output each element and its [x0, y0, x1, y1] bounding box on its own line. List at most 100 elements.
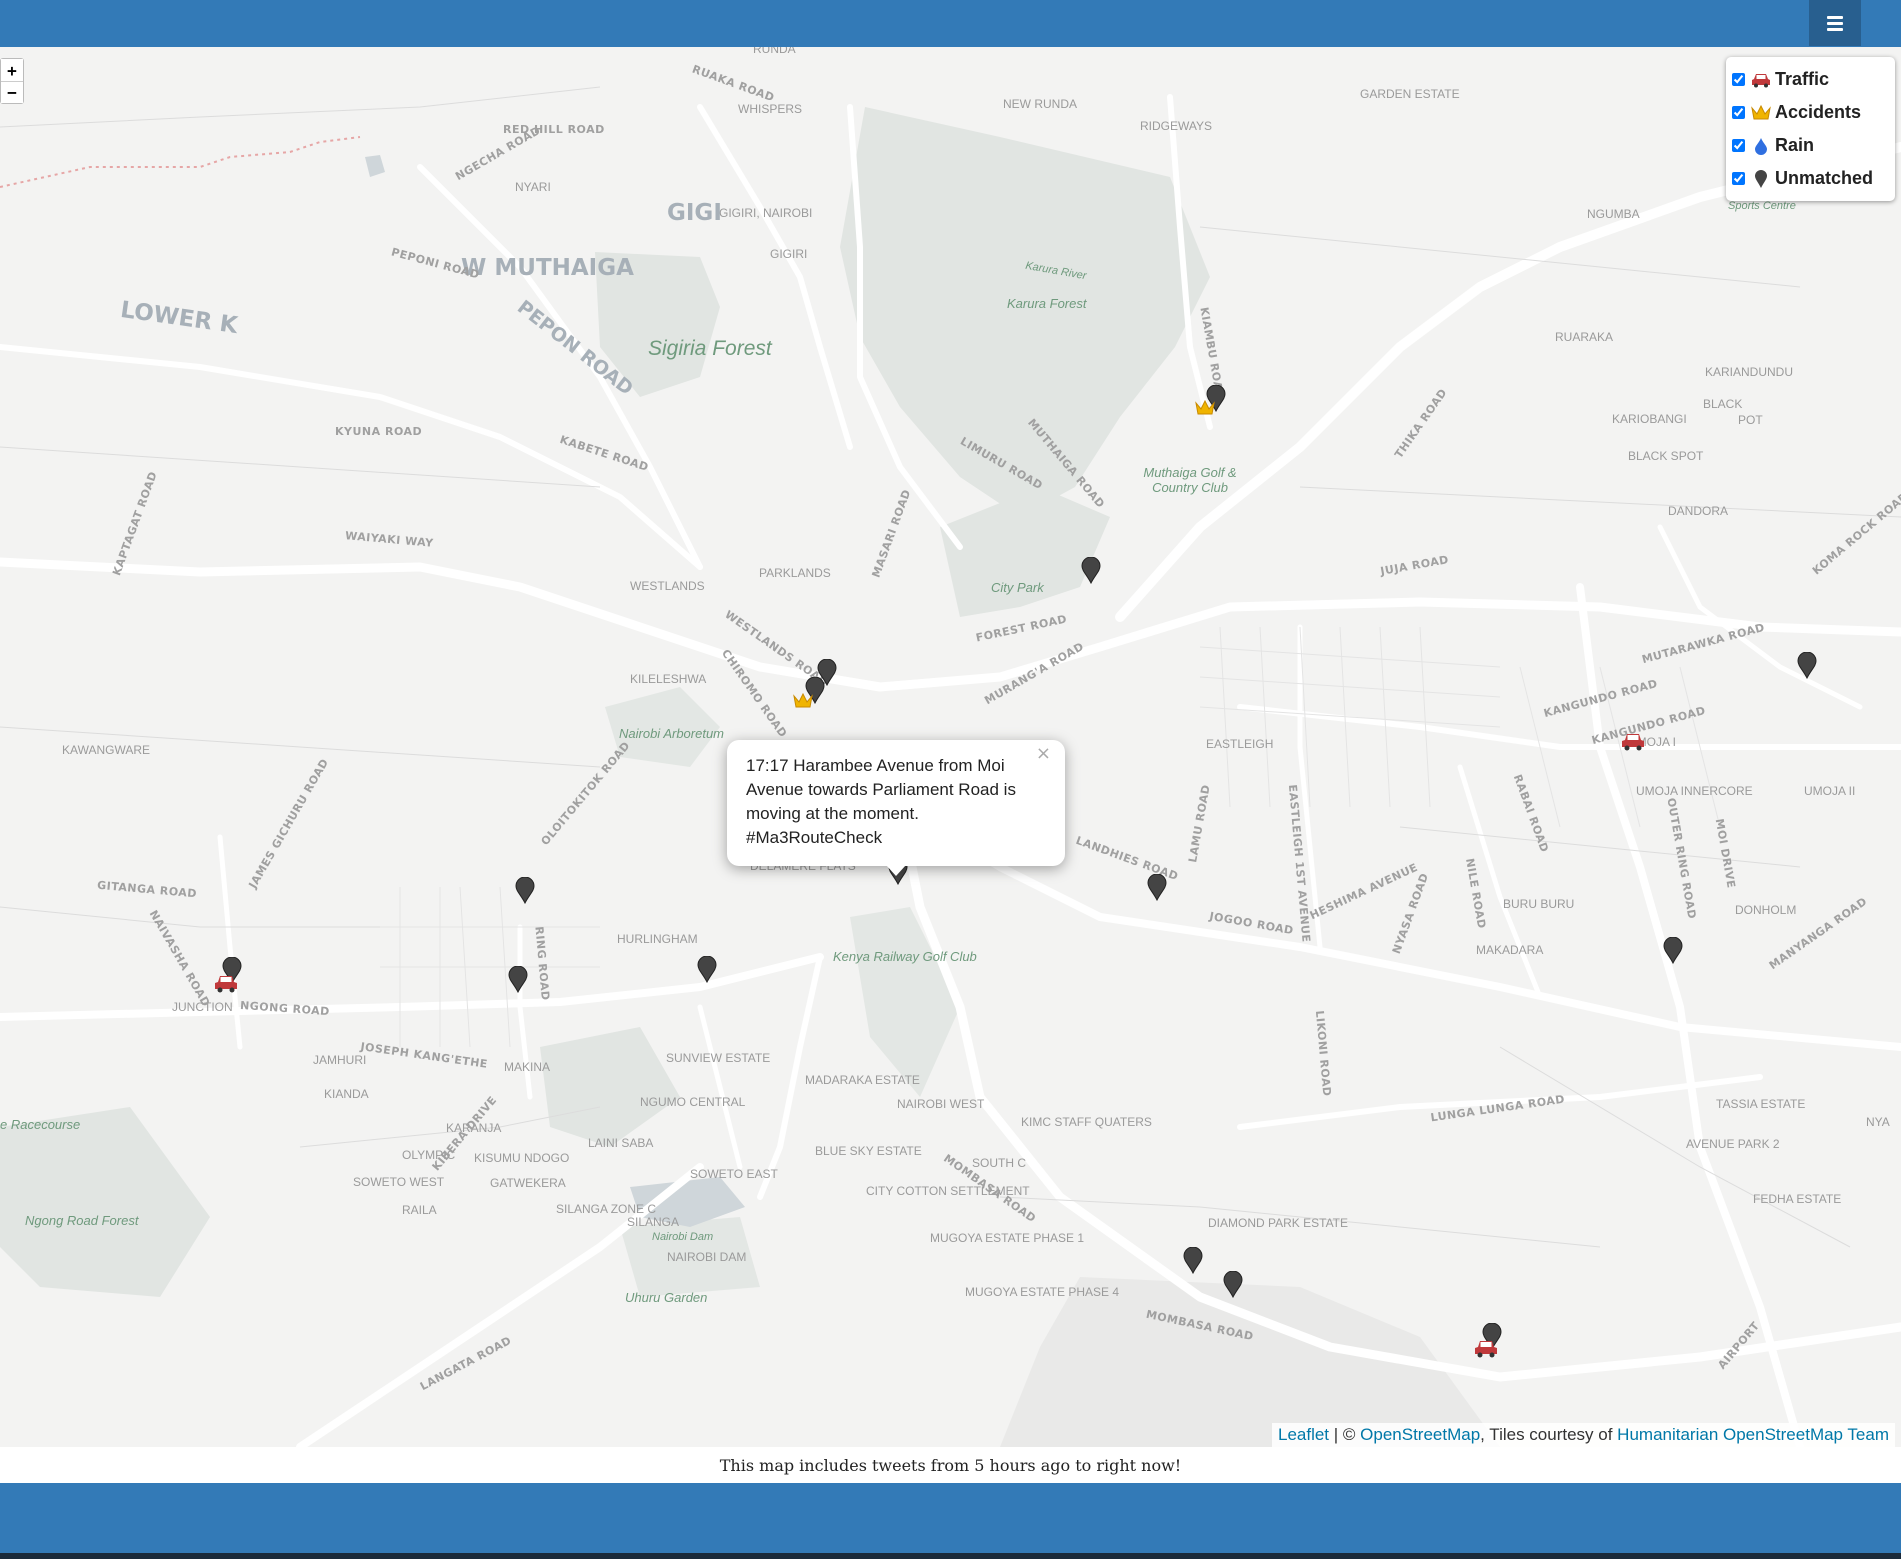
- map-label: SOUTH C: [972, 1156, 1026, 1170]
- map-label: RIDGEWAYS: [1140, 119, 1213, 133]
- map-attribution: Leaflet | © OpenStreetMap, Tiles courtes…: [1271, 1423, 1895, 1447]
- map-label: FEDHA ESTATE: [1753, 1192, 1842, 1206]
- map-label: MADARAKA ESTATE: [805, 1073, 920, 1087]
- map-label: Ngong Road Forest: [25, 1213, 139, 1228]
- map-label: PARKLANDS: [759, 566, 831, 580]
- pin-icon: [1751, 169, 1771, 189]
- map-label: NYARI: [515, 180, 551, 194]
- menu-toggle-button[interactable]: [1809, 0, 1861, 46]
- layer-toggle-unmatched[interactable]: Unmatched: [1732, 162, 1887, 195]
- zoom-in-button[interactable]: +: [1, 59, 23, 81]
- map-label: RUNDA: [753, 47, 796, 56]
- pin-marker[interactable]: [1797, 651, 1817, 684]
- page: RUNDA WHISPERS NEW RUNDA GARDEN ESTATE R…: [0, 0, 1901, 1559]
- layer-toggle-accidents[interactable]: Accidents: [1732, 96, 1887, 129]
- map-label: W MUTHAIGA: [461, 255, 634, 281]
- map-label: BLACK: [1703, 397, 1743, 411]
- hamburger-icon: [1827, 15, 1843, 31]
- crown-marker[interactable]: [1195, 399, 1215, 421]
- pin-marker[interactable]: [1081, 556, 1101, 589]
- map-label: DONHOLM: [1735, 903, 1797, 917]
- map-label: SOWETO EAST: [690, 1167, 778, 1181]
- map-label: KARIANDUNDU: [1705, 365, 1794, 379]
- car-marker[interactable]: [1474, 1339, 1498, 1363]
- layer-checkbox[interactable]: [1732, 106, 1745, 119]
- map-label: KISUMU NDOGO: [474, 1151, 570, 1165]
- layer-toggle-traffic[interactable]: Traffic: [1732, 63, 1887, 96]
- map-label: WESTLANDS: [630, 579, 705, 593]
- osm-link[interactable]: OpenStreetMap: [1360, 1425, 1480, 1444]
- map-label: EASTLEIGH: [1206, 737, 1274, 751]
- pin-marker[interactable]: [1183, 1246, 1203, 1279]
- map-label: UMOJA II: [1804, 784, 1856, 798]
- map-label: AVENUE PARK 2: [1686, 1137, 1780, 1151]
- map-label: MUGOYA ESTATE PHASE 1: [930, 1231, 1085, 1245]
- map-label: Nairobi Dam: [652, 1231, 714, 1243]
- crown-marker[interactable]: [793, 692, 813, 714]
- map-label: NGUMBA: [1587, 207, 1640, 221]
- map-label: Uhuru Garden: [625, 1290, 708, 1305]
- map-label: SILANGA: [627, 1215, 680, 1229]
- map-label: KILELESHWA: [630, 672, 707, 686]
- layer-label: Accidents: [1775, 102, 1862, 122]
- map-label: Nairobi Arboretum: [619, 726, 725, 741]
- map-label: UMOJA INNERCORE: [1636, 784, 1753, 798]
- crown-icon: [1751, 103, 1771, 123]
- car-marker[interactable]: [1621, 732, 1645, 756]
- map-canvas[interactable]: RUNDA WHISPERS NEW RUNDA GARDEN ESTATE R…: [0, 47, 1901, 1447]
- map-label: SILANGA ZONE C: [556, 1202, 657, 1216]
- map-label: Sigiria Forest: [648, 337, 772, 360]
- layer-toggle-rain[interactable]: Rain: [1732, 129, 1887, 162]
- map-label: BLUE SKY ESTATE: [815, 1144, 922, 1158]
- map-label: e Racecourse: [0, 1117, 81, 1132]
- map-label: SUNVIEW ESTATE: [666, 1051, 771, 1065]
- pin-marker[interactable]: [508, 965, 528, 998]
- pin-marker[interactable]: [1223, 1270, 1243, 1303]
- map-label: DANDORA: [1668, 504, 1729, 518]
- map-label: RAILA: [402, 1203, 437, 1217]
- leaflet-link[interactable]: Leaflet: [1278, 1425, 1329, 1444]
- map-label: BURU BURU: [1503, 897, 1575, 911]
- map-label: MAKADARA: [1476, 943, 1544, 957]
- layer-checkbox[interactable]: [1732, 139, 1745, 152]
- map-label: NAIROBI WEST: [897, 1097, 985, 1111]
- map-caption: This map includes tweets from 5 hours ag…: [0, 1447, 1901, 1483]
- attribution-tiles-text: , Tiles courtesy of: [1480, 1425, 1618, 1444]
- pin-marker[interactable]: [1663, 936, 1683, 969]
- zoom-out-button[interactable]: −: [1, 81, 23, 103]
- map-label: MUGOYA ESTATE PHASE 4: [965, 1285, 1120, 1299]
- layer-checkbox[interactable]: [1732, 172, 1745, 185]
- pin-marker[interactable]: [697, 955, 717, 988]
- map-label: NEW RUNDA: [1003, 97, 1077, 111]
- layer-checkbox[interactable]: [1732, 73, 1745, 86]
- layer-label: Unmatched: [1775, 168, 1874, 188]
- map-label: GARDEN ESTATE: [1360, 87, 1460, 101]
- car-icon: [1751, 70, 1771, 90]
- map-label: HURLINGHAM: [617, 932, 698, 946]
- map-label: TASSIA ESTATE: [1716, 1097, 1806, 1111]
- map-label: MAKINA: [504, 1060, 551, 1074]
- tweet-popup: × 17:17 Harambee Avenue from Moi Avenue …: [727, 740, 1065, 876]
- layer-label: Rain: [1775, 135, 1815, 155]
- map-label: GIGIRI: [770, 247, 808, 261]
- map-label: POT: [1738, 413, 1763, 427]
- popup-text: 17:17 Harambee Avenue from Moi Avenue to…: [746, 756, 1016, 847]
- pin-marker[interactable]: [515, 876, 535, 909]
- map-label: NYA: [1866, 1115, 1890, 1129]
- map-label: GATWEKERA: [490, 1176, 566, 1190]
- hot-link[interactable]: Humanitarian OpenStreetMap Team: [1617, 1425, 1889, 1444]
- raindrop-icon: [1751, 136, 1771, 156]
- map-label: Kenya Railway Golf Club: [833, 949, 977, 964]
- map-label: Karura Forest: [1007, 296, 1087, 311]
- popup-close-button[interactable]: ×: [1030, 742, 1057, 765]
- map-label: GIGIRI, NAIROBI: [719, 206, 813, 220]
- pin-marker[interactable]: [1147, 873, 1167, 906]
- map-label: KIANDA: [324, 1087, 369, 1101]
- map-label: Muthaiga Golf & Country Club: [1143, 465, 1237, 495]
- top-navbar: [0, 0, 1901, 47]
- popup-tip: [886, 865, 906, 876]
- map-label: RUARAKA: [1555, 330, 1614, 344]
- zoom-control: + −: [0, 58, 24, 104]
- car-marker[interactable]: [214, 974, 238, 998]
- map-label: DIAMOND PARK ESTATE: [1208, 1216, 1349, 1230]
